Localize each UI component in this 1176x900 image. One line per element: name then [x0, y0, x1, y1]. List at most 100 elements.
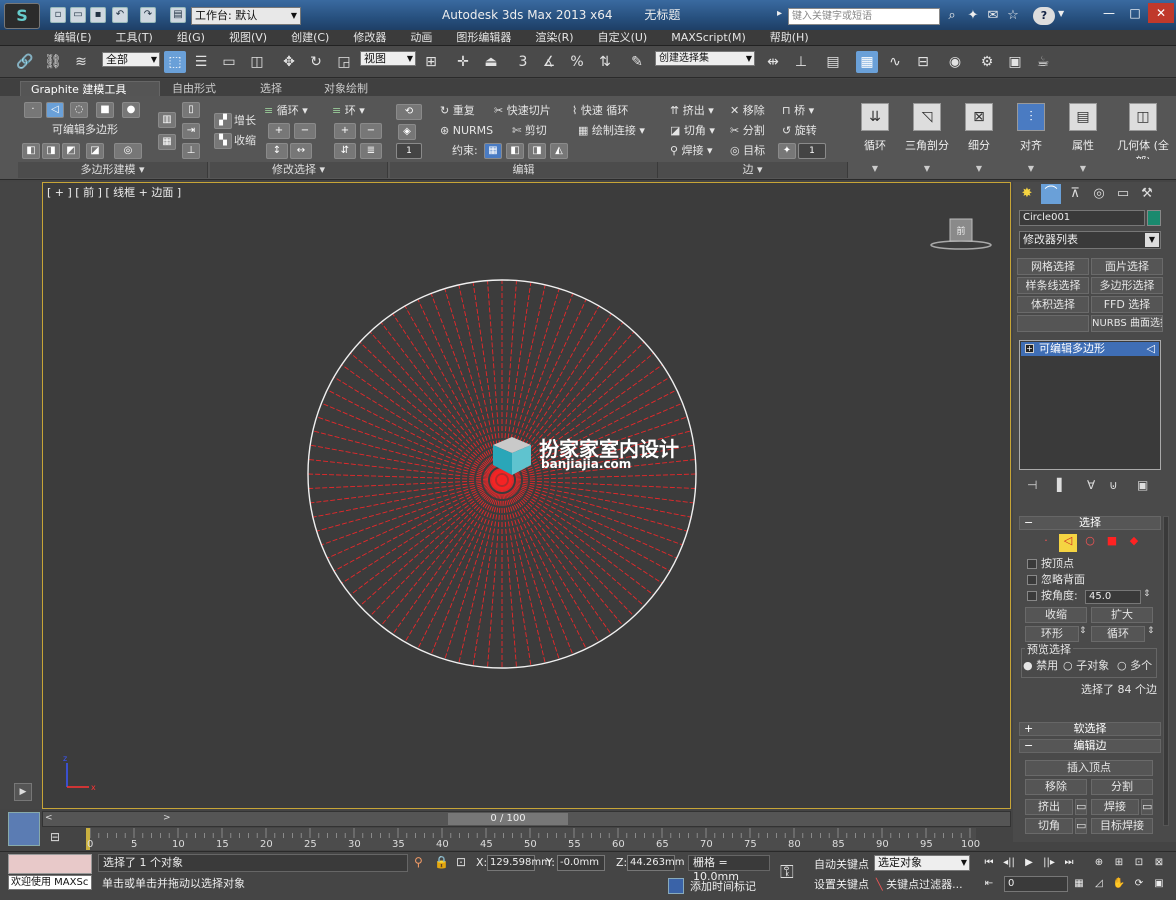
render-teapot-icon[interactable]: ☕: [1032, 51, 1054, 73]
curve-editor-icon[interactable]: ∿: [884, 51, 906, 73]
current-frame-field[interactable]: 0: [1004, 876, 1068, 892]
remove-edge-button[interactable]: 移除: [1025, 779, 1087, 795]
repeat-button[interactable]: ↻ 重复: [440, 104, 475, 118]
edit-named-sel-icon[interactable]: ✎: [626, 51, 648, 73]
by-angle-checkbox[interactable]: [1027, 591, 1037, 601]
loop-shrink-icon[interactable]: −: [294, 123, 316, 139]
modifier-list-select[interactable]: 修改器列表 ▼: [1019, 231, 1161, 249]
edges-spinner[interactable]: 1: [798, 143, 826, 159]
select-by-name-icon[interactable]: ☰: [190, 51, 212, 73]
binoculars-icon[interactable]: ⌕: [944, 8, 960, 24]
chevron-right-icon[interactable]: ▸: [777, 8, 782, 19]
keyboard-shortcut-icon[interactable]: ⏏: [480, 51, 502, 73]
x-coord-field[interactable]: 129.598mm: [487, 855, 551, 871]
modify-tab-icon[interactable]: ⌒: [1041, 184, 1061, 204]
utilities-tab-icon[interactable]: ⚒: [1137, 184, 1157, 204]
border-mode-icon[interactable]: ○: [1081, 534, 1099, 552]
edge-mode-icon[interactable]: ◁: [1059, 534, 1077, 552]
motion-tab-icon[interactable]: ◎: [1089, 184, 1109, 204]
search-input[interactable]: 键入关键字或短语: [788, 8, 940, 25]
zoom-icon[interactable]: ⊕: [1090, 855, 1108, 871]
save-icon[interactable]: ▪: [90, 7, 106, 23]
rendered-frame-icon[interactable]: ▣: [1004, 51, 1026, 73]
goto-end-icon[interactable]: ⏭: [1060, 855, 1078, 871]
grow-icon[interactable]: ▞: [214, 113, 232, 129]
properties-button[interactable]: ▤ 属性 ▼: [1060, 99, 1106, 173]
modifier-stack[interactable]: + 可编辑多边形 ◁: [1019, 340, 1161, 470]
schematic-view-icon[interactable]: ⊟: [912, 51, 934, 73]
hierarchy-tab-icon[interactable]: ⊼: [1065, 184, 1085, 204]
ffd-select-button[interactable]: FFD 选择: [1091, 296, 1163, 313]
loop-tools-button[interactable]: ⇊ 循环 ▼: [852, 99, 898, 173]
key-mode-select[interactable]: 选定对象 ▼: [874, 855, 970, 871]
extrude-settings-icon[interactable]: ▭: [1075, 799, 1087, 815]
loop-label[interactable]: ≡ 循环 ▾: [264, 104, 308, 118]
chamfer-settings-icon[interactable]: ▭: [1075, 818, 1087, 834]
preserve-uvs-icon[interactable]: ▥: [158, 112, 176, 128]
spinner-snap-icon[interactable]: ⇅: [594, 51, 616, 73]
rollout-edit-edges[interactable]: − 编辑边: [1019, 739, 1161, 753]
loop-button[interactable]: 循环: [1091, 626, 1145, 642]
ring-mode-icon[interactable]: ⇵: [334, 143, 356, 159]
weld-edge-button[interactable]: 焊接: [1091, 799, 1139, 815]
lock-selection-icon[interactable]: 🔒: [434, 855, 449, 869]
bridge-button[interactable]: ⊓ 桥 ▾: [782, 104, 814, 118]
angle-snap-icon[interactable]: ∡: [538, 51, 560, 73]
object-name-field[interactable]: Circle001: [1019, 210, 1145, 226]
ring-button[interactable]: 环形: [1025, 626, 1079, 642]
configure-sets-icon[interactable]: ▣: [1137, 478, 1148, 492]
panel-title-edit[interactable]: 编辑: [390, 162, 658, 178]
insert-vertex-button[interactable]: 插入顶点: [1025, 760, 1153, 776]
mini-listener-toggle[interactable]: [8, 812, 40, 846]
menu-rendering[interactable]: 渲染(R): [535, 30, 573, 45]
open-file-icon[interactable]: ▭: [70, 7, 86, 23]
cut-button[interactable]: ✄ 剪切: [512, 124, 547, 138]
spin-icon[interactable]: ✦: [778, 143, 796, 159]
time-config-icon[interactable]: ▦: [1070, 876, 1088, 892]
ref-coord-select[interactable]: 视图 ▼: [360, 51, 416, 66]
step-icon[interactable]: ⇥: [182, 123, 200, 139]
set-key-button[interactable]: 设置关键点: [814, 876, 869, 892]
panel-title-poly-modeling[interactable]: 多边形建模 ▾: [18, 162, 208, 178]
constraint-none-icon[interactable]: ▦: [484, 143, 502, 159]
zoom-extents-icon[interactable]: ⊡: [1130, 855, 1148, 871]
preview-off-radio[interactable]: ● 禁用: [1023, 659, 1058, 673]
ring-spinner-icon[interactable]: ⇕: [1079, 626, 1087, 636]
constraint-face-icon[interactable]: ◨: [528, 143, 546, 159]
undo-icon[interactable]: ↶: [112, 7, 128, 23]
preview-subobj-radio[interactable]: ○ 子对象: [1063, 659, 1109, 673]
expand-icon[interactable]: +: [1025, 344, 1034, 353]
maximize-icon[interactable]: □: [1122, 3, 1148, 23]
geometry-all-button[interactable]: ◫几何体 (全部)▼: [1112, 99, 1174, 159]
material-editor-icon[interactable]: ◉: [944, 51, 966, 73]
patch-select-button[interactable]: 面片选择: [1091, 258, 1163, 275]
ring-step-icon[interactable]: ≣: [360, 143, 382, 159]
z-coord-field[interactable]: 44.263mm: [627, 855, 684, 871]
add-time-tag[interactable]: 添加时间标记: [690, 878, 774, 894]
help-button[interactable]: ?: [1033, 7, 1055, 25]
split-edge-button[interactable]: 分割: [1091, 779, 1153, 795]
scale-icon[interactable]: ◲: [333, 51, 355, 73]
orbit-icon[interactable]: ⟳: [1130, 876, 1148, 892]
rect-selection-icon[interactable]: ▭: [218, 51, 240, 73]
tab-selection[interactable]: 选择: [250, 81, 292, 97]
menu-edit[interactable]: 编辑(E): [54, 30, 92, 45]
panel-title-modify-selection[interactable]: 修改选择 ▾: [210, 162, 388, 178]
select-object-icon[interactable]: ⬚: [164, 51, 186, 73]
menu-group[interactable]: 组(G): [177, 30, 205, 45]
goto-start-icon[interactable]: ⏮: [980, 855, 998, 871]
subdivide-button[interactable]: ⊠ 细分 ▼: [956, 99, 1002, 173]
time-tag-icon[interactable]: [668, 878, 684, 894]
loop-grow-icon[interactable]: +: [268, 123, 290, 139]
ribbon-settings-icon[interactable]: ▦: [158, 134, 176, 150]
trackbar-toggle-icon[interactable]: ⊟: [50, 830, 60, 844]
maximize-viewport-icon[interactable]: ▣: [1150, 876, 1168, 892]
layer-manager-icon[interactable]: ▤: [822, 51, 844, 73]
y-coord-field[interactable]: -0.0mm: [557, 855, 605, 871]
project-folder-icon[interactable]: ▤: [170, 7, 186, 23]
preview-multi-radio[interactable]: ○ 多个: [1117, 659, 1152, 673]
nurms-button[interactable]: ⊛ NURMS: [440, 124, 493, 138]
tab-object-paint[interactable]: 对象绘制: [314, 81, 378, 97]
next-frame-icon[interactable]: >: [163, 813, 171, 823]
by-vertex-checkbox[interactable]: [1027, 559, 1037, 569]
